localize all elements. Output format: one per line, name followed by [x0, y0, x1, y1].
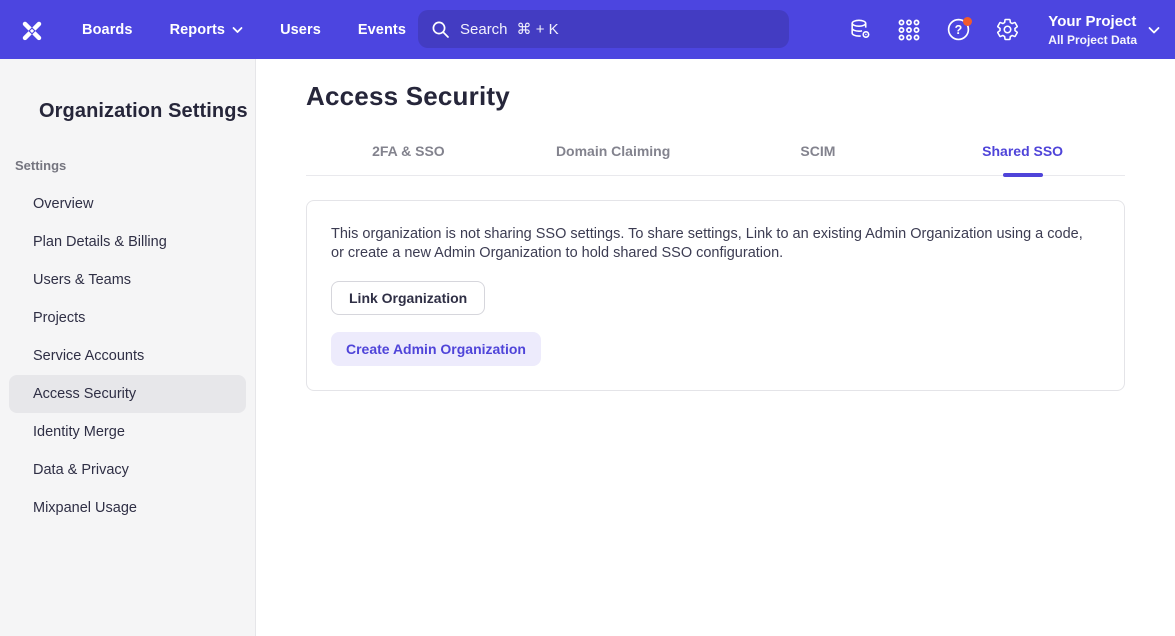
project-switcher[interactable]: Your Project All Project Data	[1048, 13, 1160, 47]
sidebar-item-label: Data & Privacy	[33, 462, 129, 478]
navbar-right-controls: ? Your Project All Project Data	[847, 0, 1160, 59]
sidebar-section-label: Settings	[15, 158, 255, 173]
sidebar-item-projects[interactable]: Projects	[9, 299, 246, 337]
data-management-icon[interactable]	[847, 17, 873, 43]
shared-sso-card: This organization is not sharing SSO set…	[306, 200, 1125, 391]
project-name: Your Project	[1048, 13, 1137, 31]
sidebar-item-label: Service Accounts	[33, 348, 144, 364]
search-placeholder: Search	[460, 21, 508, 38]
search-shortcut: ⌘ + K	[517, 20, 559, 38]
nav-events[interactable]: Events	[358, 22, 406, 38]
tab-shared-sso[interactable]: Shared SSO	[920, 143, 1125, 175]
sidebar-item-label: Identity Merge	[33, 424, 125, 440]
create-admin-organization-button[interactable]: Create Admin Organization	[331, 332, 541, 366]
primary-nav: Boards Reports Users Events	[82, 22, 406, 38]
link-organization-button[interactable]: Link Organization	[331, 281, 485, 315]
tab-domain-claiming[interactable]: Domain Claiming	[511, 143, 716, 175]
chevron-down-icon	[1148, 26, 1160, 34]
nav-events-label: Events	[358, 22, 406, 38]
sidebar-item-label: Overview	[33, 196, 93, 212]
nav-reports-label: Reports	[170, 22, 226, 38]
sidebar-item-access-security[interactable]: Access Security	[9, 375, 246, 413]
svg-text:?: ?	[954, 23, 962, 37]
tab-label: Domain Claiming	[556, 143, 670, 159]
sidebar-item-mixpanel-usage[interactable]: Mixpanel Usage	[9, 489, 246, 527]
search-input[interactable]: Search ⌘ + K	[418, 10, 789, 48]
sidebar-item-label: Projects	[33, 310, 85, 326]
tab-label: 2FA & SSO	[372, 143, 445, 159]
sidebar-item-label: Access Security	[33, 386, 136, 402]
tab-label: SCIM	[800, 143, 835, 159]
nav-boards-label: Boards	[82, 22, 133, 38]
sidebar-item-label: Users & Teams	[33, 272, 131, 288]
apps-grid-icon[interactable]	[896, 17, 922, 43]
nav-boards[interactable]: Boards	[82, 22, 133, 38]
nav-reports[interactable]: Reports	[170, 22, 244, 38]
sidebar-item-identity-merge[interactable]: Identity Merge	[9, 413, 246, 451]
settings-sidebar: Organization Settings Settings Overview …	[0, 59, 256, 636]
search-icon	[431, 20, 450, 39]
help-icon[interactable]: ?	[945, 17, 971, 43]
mixpanel-logo-icon[interactable]	[17, 15, 47, 45]
sidebar-title: Organization Settings	[39, 100, 255, 123]
nav-users[interactable]: Users	[280, 22, 321, 38]
top-navbar: Boards Reports Users Events Search ⌘ + K	[0, 0, 1175, 59]
tab-bar: 2FA & SSO Domain Claiming SCIM Shared SS…	[306, 143, 1125, 176]
sidebar-item-service-accounts[interactable]: Service Accounts	[9, 337, 246, 375]
sidebar-item-plan-details-billing[interactable]: Plan Details & Billing	[9, 223, 246, 261]
sidebar-item-label: Mixpanel Usage	[33, 500, 137, 516]
sidebar-nav: Overview Plan Details & Billing Users & …	[0, 185, 255, 527]
nav-users-label: Users	[280, 22, 321, 38]
sidebar-item-overview[interactable]: Overview	[9, 185, 246, 223]
chevron-down-icon	[232, 26, 243, 34]
tab-scim[interactable]: SCIM	[716, 143, 921, 175]
sidebar-item-data-privacy[interactable]: Data & Privacy	[9, 451, 246, 489]
settings-gear-icon[interactable]	[994, 17, 1020, 43]
shared-sso-description: This organization is not sharing SSO set…	[331, 225, 1095, 263]
tab-2fa-sso[interactable]: 2FA & SSO	[306, 143, 511, 175]
project-subtitle: All Project Data	[1048, 33, 1137, 47]
main-content: Access Security 2FA & SSO Domain Claimin…	[256, 59, 1175, 636]
tab-label: Shared SSO	[982, 143, 1063, 159]
sidebar-item-users-teams[interactable]: Users & Teams	[9, 261, 246, 299]
sidebar-item-label: Plan Details & Billing	[33, 234, 167, 250]
page-title: Access Security	[306, 81, 1125, 112]
help-notification-dot	[963, 17, 972, 26]
